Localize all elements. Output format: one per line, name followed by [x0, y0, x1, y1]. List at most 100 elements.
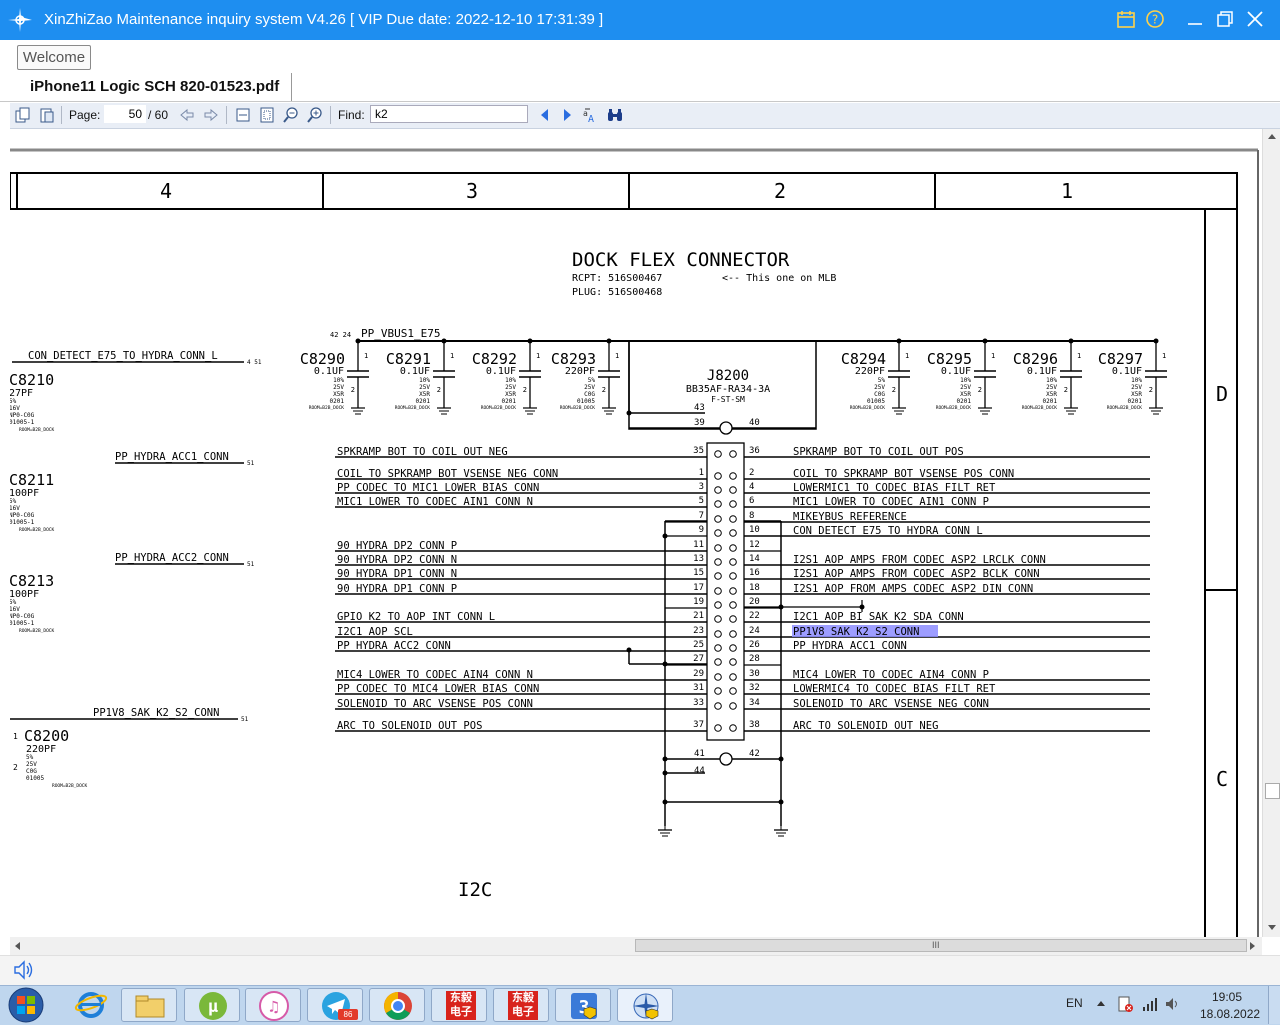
plug-label: PLUG: 516S00468: [572, 287, 662, 298]
pin-contact: [729, 486, 737, 494]
pin-number: 38: [749, 720, 760, 730]
paste-icon[interactable]: [38, 106, 56, 124]
pdf-viewer[interactable]: 4 3 2 1 D C DOCK FLEX CONNECTOR RCPT: 51…: [10, 129, 1262, 937]
find-input[interactable]: [370, 105, 528, 123]
language-indicator[interactable]: EN: [1066, 996, 1083, 1010]
prev-page-icon[interactable]: [178, 106, 196, 124]
copy-icon[interactable]: [14, 106, 32, 124]
close-icon[interactable]: [1244, 8, 1266, 30]
match-case-icon[interactable]: a A: [582, 106, 600, 124]
scroll-right-icon[interactable]: [1248, 941, 1258, 951]
scroll-up-icon[interactable]: [1267, 131, 1277, 141]
fit-width-icon[interactable]: [234, 106, 252, 124]
pin-contact: [714, 486, 722, 494]
svg-text:ROOM=B2B_DOCK: ROOM=B2B_DOCK: [19, 527, 55, 533]
clock-date[interactable]: 18.08.2022: [1200, 1007, 1260, 1021]
pin-contact: [714, 544, 722, 552]
svg-text:10%: 10%: [419, 377, 430, 384]
taskbar-dongyi-2[interactable]: 东毅 电子: [493, 988, 549, 1022]
svg-text:25V: 25V: [333, 384, 344, 391]
pin-number: 33: [693, 698, 704, 708]
volume-icon[interactable]: [1164, 994, 1182, 1014]
pin-contact: [714, 515, 722, 523]
taskbar-ie[interactable]: [63, 988, 119, 1022]
minimize-icon[interactable]: [1184, 8, 1206, 30]
connector-ref: J8200: [707, 368, 749, 384]
zoom-in-icon[interactable]: [306, 106, 324, 124]
pin-number: 15: [693, 568, 704, 578]
page-input[interactable]: [104, 105, 146, 123]
taskbar-utorrent[interactable]: µ: [184, 988, 240, 1022]
vertical-scrollbar[interactable]: [1262, 129, 1280, 937]
dongyi-icon: 东毅 电子: [446, 991, 476, 1020]
binoculars-icon[interactable]: [606, 106, 624, 124]
svg-text:5%: 5%: [10, 398, 17, 405]
pin-number: 41: [694, 749, 705, 759]
scroll-down-icon[interactable]: [1267, 923, 1277, 933]
pin-net-label: I2S1_AOP_AMPS_FROM_CODEC_ASP2_BCLK_CONN: [793, 568, 1040, 580]
pin-contact: [714, 558, 722, 566]
pin-contact: [714, 450, 722, 458]
taskbar-dongyi-1[interactable]: 东毅 电子: [431, 988, 487, 1022]
pin-number: 2: [749, 468, 754, 478]
status-bar: [0, 955, 1280, 986]
next-page-icon[interactable]: [202, 106, 220, 124]
clock-time[interactable]: 19:05: [1212, 990, 1242, 1004]
svg-text:X5R: X5R: [333, 391, 344, 398]
start-button-icon[interactable]: [6, 987, 46, 1024]
svg-text:ROOM=B2B_DOCK: ROOM=B2B_DOCK: [560, 405, 596, 411]
pin-contact: [714, 673, 722, 681]
schematic-canvas[interactable]: 4 3 2 1 D C DOCK FLEX CONNECTOR RCPT: 51…: [10, 129, 1262, 937]
tray-expand-icon[interactable]: [1096, 999, 1106, 1007]
show-desktop-button[interactable]: [1268, 986, 1280, 1024]
scroll-left-icon[interactable]: [12, 941, 22, 951]
svg-text:A: A: [588, 114, 594, 124]
find-previous-icon[interactable]: [536, 106, 554, 124]
pin-number: 22: [749, 611, 760, 621]
svg-text:0201: 0201: [1128, 398, 1143, 405]
svg-text:1: 1: [1162, 352, 1166, 360]
dongyi-label: 电子: [450, 1005, 472, 1018]
svg-text:25V: 25V: [960, 384, 971, 391]
pin-contact: [729, 724, 737, 732]
svg-text:2: 2: [602, 386, 606, 394]
row-label: C: [1216, 767, 1228, 791]
pin-net-label: SOLENOID_TO_ARC_VSENSE_POS_CONN: [337, 698, 533, 710]
action-center-icon[interactable]: [1116, 994, 1134, 1014]
welcome-tab[interactable]: Welcome: [17, 45, 91, 70]
svg-text:0201: 0201: [330, 398, 345, 405]
telegram-badge: 86: [338, 1009, 358, 1020]
speaker-icon[interactable]: [12, 959, 36, 981]
dongyi-label: 东毅: [512, 991, 534, 1004]
taskbar-chrome[interactable]: [369, 988, 425, 1022]
svg-text:C0G: C0G: [584, 391, 595, 398]
taskbar-itunes[interactable]: ♫: [245, 988, 301, 1022]
network-icon[interactable]: [1141, 994, 1159, 1014]
svg-text:10%: 10%: [960, 377, 971, 384]
pin-contact: [714, 601, 722, 609]
svg-text:01005-1: 01005-1: [10, 519, 35, 526]
pin-net-label: MIC4_LOWER_TO_CODEC_AIN4_CONN_P: [793, 669, 989, 681]
svg-text:NP0-C0G: NP0-C0G: [10, 613, 35, 620]
vertical-scroll-thumb[interactable]: [1265, 783, 1280, 799]
chrome-icon: [384, 992, 412, 1020]
help-icon[interactable]: ?: [1144, 8, 1166, 30]
capacitor-value: 220PF: [855, 366, 885, 377]
taskbar-telegram[interactable]: 86: [307, 988, 363, 1022]
pin-net-label: SPKRAMP_BOT_TO_COIL_OUT_NEG: [337, 446, 508, 458]
horizontal-scroll-thumb[interactable]: III: [635, 939, 1247, 952]
svg-text:2: 2: [351, 386, 355, 394]
taskbar-explorer[interactable]: [121, 988, 177, 1022]
taskbar-xinzhizao[interactable]: [617, 988, 673, 1022]
pin-number: 36: [749, 446, 760, 456]
find-next-icon[interactable]: [558, 106, 576, 124]
restore-icon[interactable]: [1214, 8, 1236, 30]
taskbar-app-shield[interactable]: 3: [555, 988, 611, 1022]
fit-page-icon[interactable]: [258, 106, 276, 124]
horizontal-scrollbar[interactable]: III: [10, 937, 1262, 955]
document-tab[interactable]: iPhone11 Logic SCH 820-01523.pdf: [14, 73, 292, 101]
calendar-icon[interactable]: [1115, 8, 1137, 30]
svg-text:X5R: X5R: [419, 391, 430, 398]
zoom-out-icon[interactable]: [282, 106, 300, 124]
svg-text:1: 1: [536, 352, 540, 360]
